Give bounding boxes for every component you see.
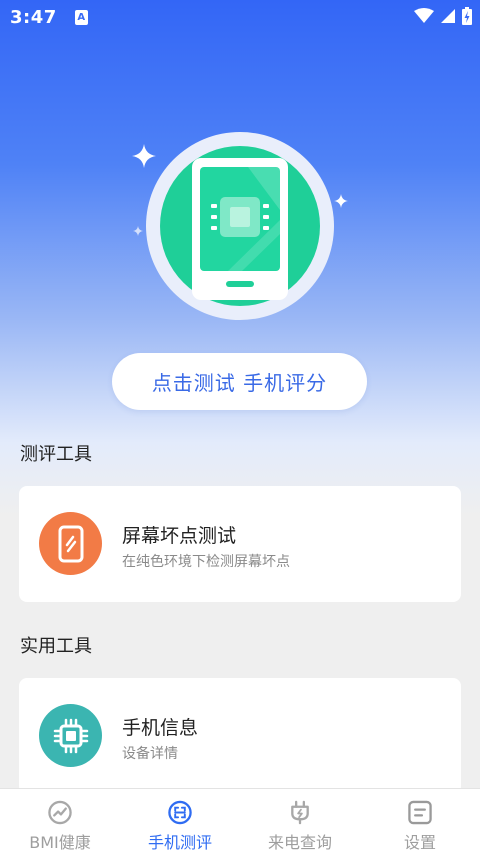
- start-test-button[interactable]: 点击测试 手机评分: [112, 353, 367, 410]
- practical-tools-title: 实用工具: [20, 636, 92, 657]
- screen-dead-pixel-card[interactable]: 屏幕坏点测试 在纯色环境下检测屏幕坏点: [19, 486, 461, 602]
- nav-label: 来电查询: [267, 833, 332, 852]
- scan-icon: [168, 800, 192, 825]
- bottom-nav: BMI健康 手机测评 来电查询 设置: [0, 788, 480, 853]
- card-title: 手机信息: [122, 717, 199, 739]
- card-subtitle: 在纯色环境下检测屏幕坏点: [122, 554, 290, 570]
- phone-info-card[interactable]: 手机信息 设备详情: [19, 678, 461, 794]
- status-icons: [414, 7, 472, 25]
- chip-icon: [53, 718, 88, 753]
- nav-settings[interactable]: 设置: [360, 789, 480, 853]
- nav-phone-evaluation[interactable]: 手机测评: [120, 789, 240, 853]
- card-icon-circle: [39, 704, 102, 767]
- phone-score-illustration: [146, 132, 334, 320]
- nav-label: BMI健康: [29, 833, 91, 852]
- card-title: 屏幕坏点测试: [122, 525, 237, 547]
- battery-icon: [462, 7, 472, 25]
- status-bar: 3:47 A: [0, 0, 480, 34]
- nav-caller-lookup[interactable]: 来电查询: [240, 789, 360, 853]
- nav-label: 设置: [403, 833, 436, 852]
- phone-screen-icon: [58, 525, 83, 562]
- plug-icon: [291, 800, 309, 825]
- evaluation-tools-title: 测评工具: [20, 444, 92, 465]
- settings-icon: [408, 800, 432, 825]
- card-icon-circle: [39, 512, 102, 575]
- signal-icon: [441, 9, 455, 23]
- status-time: 3:47: [10, 6, 57, 28]
- wifi-icon: [414, 8, 434, 23]
- notification-icon: A: [74, 9, 88, 25]
- nav-bmi-health[interactable]: BMI健康: [0, 789, 120, 853]
- nav-label: 手机测评: [147, 833, 212, 852]
- card-subtitle: 设备详情: [122, 746, 178, 762]
- trend-icon: [48, 800, 72, 825]
